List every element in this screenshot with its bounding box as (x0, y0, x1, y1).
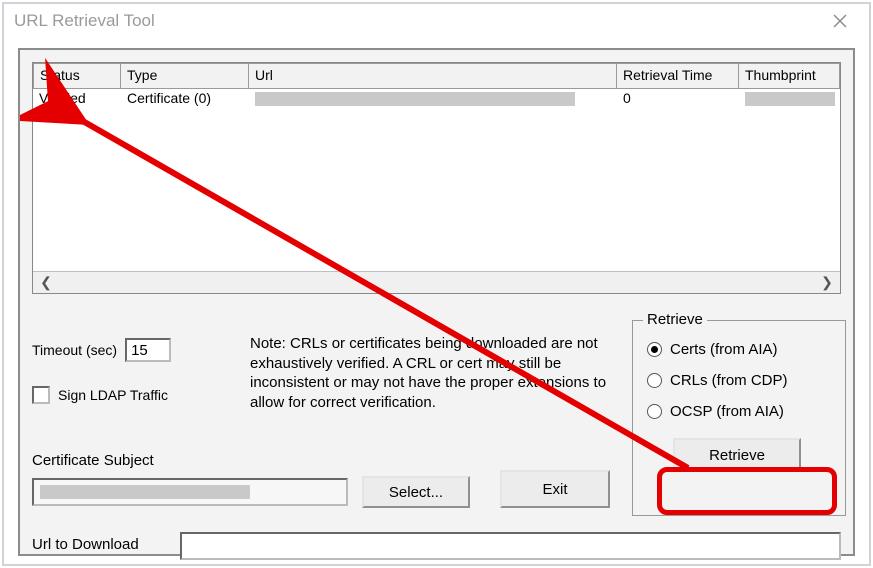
exit-button[interactable]: Exit (500, 470, 610, 508)
timeout-input[interactable] (125, 338, 171, 362)
main-panel: Status Type Url Retrieval Time Thumbprin… (18, 48, 855, 556)
retrieve-group-title: Retrieve (643, 311, 707, 328)
titlebar: URL Retrieval Tool (4, 4, 869, 38)
col-header-retrieval-time[interactable]: Retrieval Time (617, 63, 739, 89)
col-header-status[interactable]: Status (33, 63, 121, 89)
sign-ldap-row: Sign LDAP Traffic (32, 386, 168, 404)
col-header-type[interactable]: Type (121, 63, 249, 89)
table-row[interactable]: Verified Certificate (0) 0 (33, 89, 840, 111)
col-header-thumbprint[interactable]: Thumbprint (739, 63, 840, 89)
window: URL Retrieval Tool Status Type Url Retri… (2, 2, 871, 566)
retrieve-option-certs[interactable]: Certs (from AIA) (647, 341, 845, 358)
note-text: Note: CRLs or certificates being downloa… (250, 334, 620, 412)
cell-type: Certificate (0) (121, 89, 249, 111)
cell-thumbprint (739, 89, 840, 111)
col-header-url[interactable]: Url (249, 63, 617, 89)
retrieve-option-ocsp[interactable]: OCSP (from AIA) (647, 403, 845, 420)
retrieve-groupbox: Retrieve Certs (from AIA) CRLs (from CDP… (632, 320, 846, 516)
select-button[interactable]: Select... (362, 476, 470, 508)
sign-ldap-label: Sign LDAP Traffic (58, 387, 168, 403)
retrieve-button[interactable]: Retrieve (673, 438, 801, 472)
retrieve-option-crls[interactable]: CRLs (from CDP) (647, 372, 845, 389)
horizontal-scrollbar[interactable]: ❮ ❯ (33, 271, 840, 293)
radio-label: Certs (from AIA) (670, 341, 778, 358)
radio-icon (647, 342, 662, 357)
radio-label: CRLs (from CDP) (670, 372, 788, 389)
table-header: Status Type Url Retrieval Time Thumbprin… (33, 63, 840, 89)
chevron-right-icon[interactable]: ❯ (818, 274, 836, 292)
annotation-highlight (657, 467, 837, 515)
sign-ldap-checkbox[interactable] (32, 386, 50, 404)
radio-icon (647, 373, 662, 388)
certificate-subject-field (32, 478, 348, 506)
timeout-row: Timeout (sec) (32, 338, 171, 362)
url-to-download-input[interactable] (180, 532, 841, 560)
radio-label: OCSP (from AIA) (670, 403, 784, 420)
url-to-download-label: Url to Download (32, 536, 139, 553)
radio-icon (647, 404, 662, 419)
cell-url (249, 89, 617, 111)
results-table[interactable]: Status Type Url Retrieval Time Thumbprin… (32, 62, 841, 294)
certificate-subject-label: Certificate Subject (32, 452, 154, 469)
cell-status: Verified (33, 89, 121, 111)
cell-retrieval-time: 0 (617, 89, 739, 111)
window-title: URL Retrieval Tool (14, 11, 155, 31)
chevron-left-icon[interactable]: ❮ (37, 274, 55, 292)
timeout-label: Timeout (sec) (32, 342, 117, 358)
close-icon[interactable] (821, 4, 859, 38)
